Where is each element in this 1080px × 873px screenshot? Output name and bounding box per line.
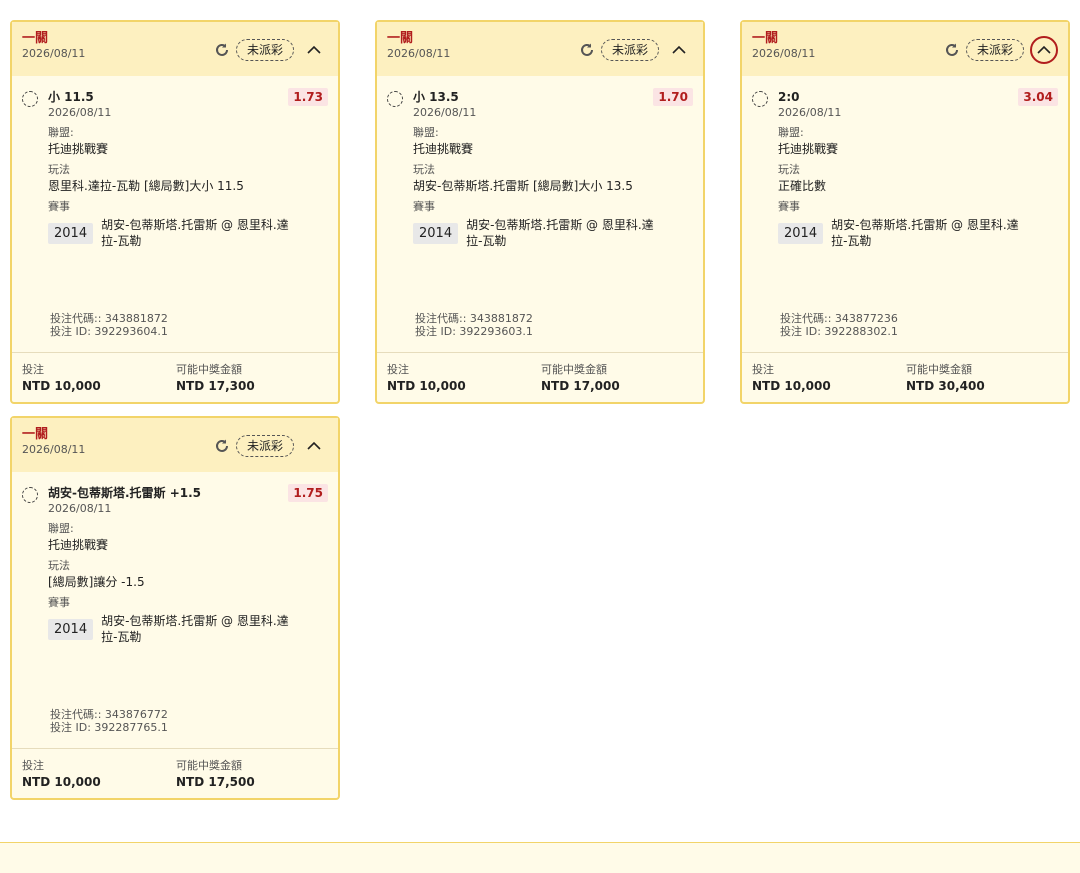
selection-name: 小 13.5 <box>413 90 459 104</box>
payout-label: 可能中獎金額 <box>176 759 242 772</box>
chevron-up-icon[interactable] <box>1030 36 1058 64</box>
selection-date: 2026/08/11 <box>48 502 112 515</box>
bet-card-body: 2:0 2026/08/11 3.04 聯盟: 托迪挑戰賽 玩法 正確比數 賽事… <box>742 76 1068 352</box>
chevron-up-icon[interactable] <box>300 432 328 460</box>
stake-label: 投注 <box>22 759 44 772</box>
stake-label: 投注 <box>752 363 774 376</box>
event-name: 胡安-包蒂斯塔.托雷斯 @ 恩里科.達拉-瓦勒 <box>101 614 289 644</box>
bet-card-header[interactable]: 一關 2026/08/11 未派彩 <box>742 22 1068 76</box>
league-value: 托迪挑戰賽 <box>413 142 474 156</box>
bet-type-field-label: 玩法 <box>48 163 70 176</box>
stake-value: NTD 10,000 <box>387 379 466 393</box>
stake-value: NTD 10,000 <box>22 775 101 789</box>
selection-date: 2026/08/11 <box>778 106 842 119</box>
status-badge: 未派彩 <box>600 39 659 61</box>
bet-type-field-label: 玩法 <box>778 163 800 176</box>
bet-type-value: [總局數]讓分 -1.5 <box>48 575 145 589</box>
stake-label: 投注 <box>387 363 409 376</box>
selection-date: 2026/08/11 <box>48 106 112 119</box>
refresh-icon[interactable] <box>212 40 232 60</box>
refresh-icon[interactable] <box>577 40 597 60</box>
radio-icon[interactable] <box>22 487 38 503</box>
bet-id: 投注 ID: 392293604.1 <box>50 325 168 338</box>
bet-card-footer: 投注 NTD 10,000 可能中獎金額 NTD 17,300 <box>12 352 338 402</box>
payout-label: 可能中獎金額 <box>176 363 242 376</box>
league-label: 聯盟: <box>48 126 74 139</box>
bet-card: 一關 2026/08/11 未派彩 小 13.5 2026/08/11 1.70 <box>375 20 705 404</box>
bet-id: 投注 ID: 392288302.1 <box>780 325 898 338</box>
bet-type-value: 胡安-包蒂斯塔.托雷斯 [總局數]大小 13.5 <box>413 179 633 193</box>
bet-card: 一關 2026/08/11 未派彩 胡安-包蒂斯塔.托雷斯 +1.5 2026/… <box>10 416 340 800</box>
event-name: 胡安-包蒂斯塔.托雷斯 @ 恩里科.達拉-瓦勒 <box>101 218 289 248</box>
event-name: 胡安-包蒂斯塔.托雷斯 @ 恩里科.達拉-瓦勒 <box>466 218 654 248</box>
status-badge: 未派彩 <box>235 435 294 457</box>
bet-code: 投注代碼:: 343881872 <box>415 312 533 325</box>
league-label: 聯盟: <box>413 126 439 139</box>
bet-card: 一關 2026/08/11 未派彩 小 11.5 2026/08/11 1.73 <box>10 20 340 404</box>
stake-value: NTD 10,000 <box>752 379 831 393</box>
radio-icon[interactable] <box>22 91 38 107</box>
event-year: 2014 <box>48 222 94 244</box>
bet-card-footer: 投注 NTD 10,000 可能中獎金額 NTD 30,400 <box>742 352 1068 402</box>
odds-badge: 1.73 <box>288 88 328 106</box>
bet-card-body: 小 11.5 2026/08/11 1.73 聯盟: 托迪挑戰賽 玩法 恩里科.… <box>12 76 338 352</box>
chevron-up-icon[interactable] <box>300 36 328 64</box>
odds-badge: 1.70 <box>653 88 693 106</box>
event-year: 2014 <box>48 618 94 640</box>
refresh-icon[interactable] <box>942 40 962 60</box>
bet-card-body: 小 13.5 2026/08/11 1.70 聯盟: 托迪挑戰賽 玩法 胡安-包… <box>377 76 703 352</box>
bet-code: 投注代碼:: 343877236 <box>780 312 898 325</box>
bet-card: 一關 2026/08/11 未派彩 2:0 2026/08/11 3.04 聯盟… <box>740 20 1070 404</box>
selection-date: 2026/08/11 <box>413 106 477 119</box>
odds-badge: 3.04 <box>1018 88 1058 106</box>
payout-value: NTD 17,000 <box>541 379 620 393</box>
payout-label: 可能中獎金額 <box>906 363 972 376</box>
event-label: 賽事 <box>778 200 800 213</box>
stake-value: NTD 10,000 <box>22 379 101 393</box>
event-label: 賽事 <box>413 200 435 213</box>
event-label: 賽事 <box>48 200 70 213</box>
selection-name: 小 11.5 <box>48 90 94 104</box>
bet-card-header[interactable]: 一關 2026/08/11 未派彩 <box>12 22 338 76</box>
bet-code: 投注代碼:: 343881872 <box>50 312 168 325</box>
bet-type-value: 恩里科.達拉-瓦勒 [總局數]大小 11.5 <box>48 179 244 193</box>
selection-name: 2:0 <box>778 90 800 104</box>
odds-badge: 1.75 <box>288 484 328 502</box>
bet-id: 投注 ID: 392287765.1 <box>50 721 168 734</box>
radio-icon[interactable] <box>752 91 768 107</box>
chevron-up-icon[interactable] <box>665 36 693 64</box>
league-value: 托迪挑戰賽 <box>778 142 839 156</box>
event-year: 2014 <box>778 222 824 244</box>
bet-type-value: 正確比數 <box>778 179 827 193</box>
bet-card-header[interactable]: 一關 2026/08/11 未派彩 <box>377 22 703 76</box>
bet-card-footer: 投注 NTD 10,000 可能中獎金額 NTD 17,500 <box>12 748 338 798</box>
bet-card-header[interactable]: 一關 2026/08/11 未派彩 <box>12 418 338 472</box>
bet-type-field-label: 玩法 <box>48 559 70 572</box>
bet-id: 投注 ID: 392293603.1 <box>415 325 533 338</box>
payout-value: NTD 17,300 <box>176 379 255 393</box>
league-value: 托迪挑戰賽 <box>48 538 109 552</box>
payout-label: 可能中獎金額 <box>541 363 607 376</box>
bet-type-field-label: 玩法 <box>413 163 435 176</box>
bet-code: 投注代碼:: 343876772 <box>50 708 168 721</box>
bet-card-body: 胡安-包蒂斯塔.托雷斯 +1.5 2026/08/11 1.75 聯盟: 托迪挑… <box>12 472 338 748</box>
refresh-icon[interactable] <box>212 436 232 456</box>
event-name: 胡安-包蒂斯塔.托雷斯 @ 恩里科.達拉-瓦勒 <box>831 218 1019 248</box>
bottom-bar <box>0 842 1080 873</box>
league-label: 聯盟: <box>48 522 74 535</box>
league-value: 托迪挑戰賽 <box>48 142 109 156</box>
selection-name: 胡安-包蒂斯塔.托雷斯 +1.5 <box>48 486 202 500</box>
stake-label: 投注 <box>22 363 44 376</box>
status-badge: 未派彩 <box>235 39 294 61</box>
league-label: 聯盟: <box>778 126 804 139</box>
bet-card-footer: 投注 NTD 10,000 可能中獎金額 NTD 17,000 <box>377 352 703 402</box>
event-year: 2014 <box>413 222 459 244</box>
radio-icon[interactable] <box>387 91 403 107</box>
payout-value: NTD 30,400 <box>906 379 985 393</box>
event-label: 賽事 <box>48 596 70 609</box>
payout-value: NTD 17,500 <box>176 775 255 789</box>
status-badge: 未派彩 <box>965 39 1024 61</box>
